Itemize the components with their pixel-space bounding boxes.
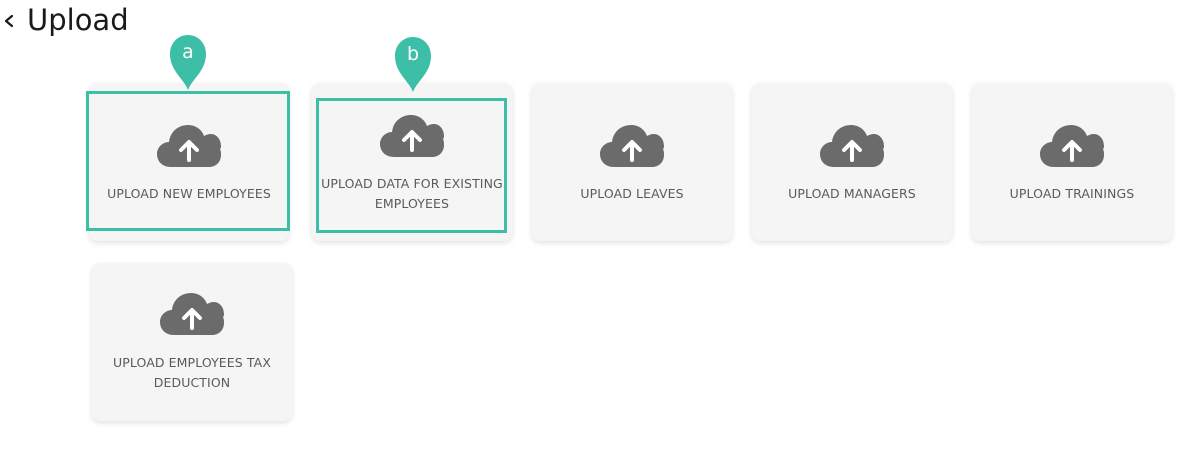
upload-existing-employees-card[interactable]: UPLOAD DATA FOR EXISTING EMPLOYEES xyxy=(312,83,512,241)
cloud-upload-icon xyxy=(157,125,221,167)
upload-new-employees-card[interactable]: UPLOAD NEW EMPLOYEES xyxy=(89,83,289,241)
cloud-upload-icon xyxy=(1040,125,1104,167)
cloud-upload-icon xyxy=(600,125,664,167)
cloud-upload-icon xyxy=(160,293,224,335)
upload-tax-deduction-card[interactable]: UPLOAD EMPLOYEES TAX DEDUCTION xyxy=(92,263,292,421)
annotation-marker-a: a xyxy=(168,33,208,91)
cloud-upload-icon xyxy=(820,125,884,167)
page-title: Upload xyxy=(27,3,129,37)
card-label: UPLOAD LEAVES xyxy=(580,186,684,201)
cloud-upload-icon xyxy=(380,115,444,157)
chevron-left-icon xyxy=(4,14,14,28)
marker-letter: b xyxy=(406,43,420,65)
upload-trainings-card[interactable]: UPLOAD TRAININGS xyxy=(972,83,1172,241)
back-button[interactable] xyxy=(2,10,18,32)
card-label: UPLOAD TRAININGS xyxy=(1009,186,1135,201)
annotation-marker-b: b xyxy=(393,35,433,93)
upload-managers-card[interactable]: UPLOAD MANAGERS xyxy=(752,83,952,241)
card-label: UPLOAD DATA FOR EXISTING EMPLOYEES xyxy=(321,176,503,211)
card-label: UPLOAD NEW EMPLOYEES xyxy=(107,186,271,201)
upload-leaves-card[interactable]: UPLOAD LEAVES xyxy=(532,83,732,241)
card-label: UPLOAD MANAGERS xyxy=(788,186,916,201)
card-label: UPLOAD EMPLOYEES TAX DEDUCTION xyxy=(113,355,271,390)
marker-letter: a xyxy=(182,41,194,63)
